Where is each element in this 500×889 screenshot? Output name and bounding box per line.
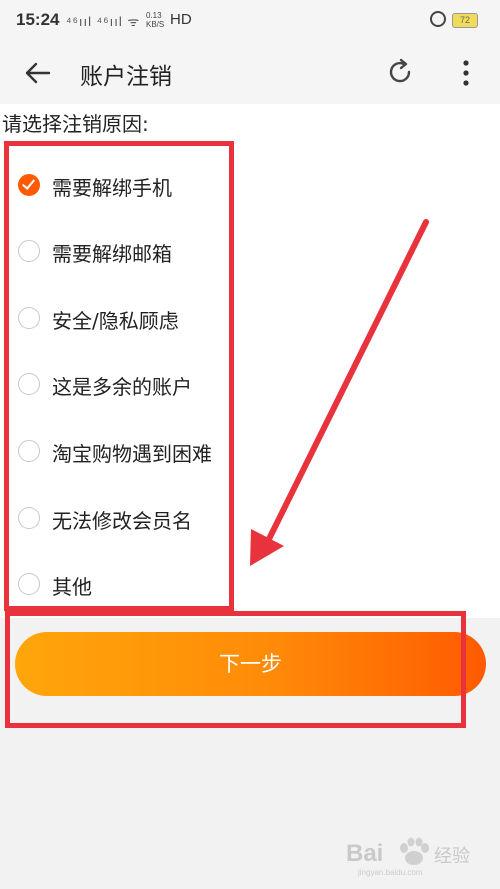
- radio-icon[interactable]: [18, 507, 40, 529]
- option-other[interactable]: 其他: [14, 563, 244, 607]
- radio-icon[interactable]: [18, 240, 40, 262]
- option-cannot-change-name[interactable]: 无法修改会员名: [14, 497, 244, 541]
- option-label: 这是多余的账户: [52, 375, 192, 399]
- baidu-watermark: Bai 经验 jingyan.baidu.com: [346, 832, 486, 877]
- option-security-privacy[interactable]: 安全/隐私顾虑: [14, 297, 244, 341]
- battery-icon: 72: [452, 13, 478, 28]
- radio-icon[interactable]: [18, 573, 40, 595]
- navigation-bar: 账户注销: [0, 42, 500, 104]
- option-label: 无法修改会员名: [52, 509, 192, 533]
- alarm-icon: [430, 11, 446, 27]
- reason-prompt: 请选择注销原因:: [2, 112, 149, 136]
- status-time: 15:24: [16, 10, 60, 29]
- option-unbind-phone[interactable]: 需要解绑手机: [14, 164, 244, 208]
- option-label: 安全/隐私顾虑: [52, 309, 179, 333]
- option-shopping-difficulty[interactable]: 淘宝购物遇到困难: [14, 430, 244, 474]
- more-options-icon[interactable]: [454, 56, 478, 90]
- option-redundant-account[interactable]: 这是多余的账户: [14, 363, 244, 407]
- refresh-icon[interactable]: [384, 56, 416, 88]
- network-speed: 0.13 KB/S: [146, 11, 165, 29]
- watermark-jingyan: 经验: [434, 846, 470, 867]
- page-title: 账户注销: [80, 64, 172, 90]
- status-bar: 15:24 ⁴⁶ııl ⁴⁶ııl ᯤ 0.13 KB/S HD 72: [0, 0, 500, 42]
- reason-form: 请选择注销原因: 需要解绑手机 需要解绑邮箱 安全/隐私顾虑 这是多余的账户 淘…: [0, 104, 500, 618]
- option-label: 需要解绑手机: [52, 176, 172, 200]
- watermark-url: jingyan.baidu.com: [358, 868, 423, 877]
- option-label: 淘宝购物遇到困难: [52, 442, 212, 466]
- network-type: HD: [170, 11, 192, 28]
- next-step-button[interactable]: 下一步: [15, 632, 486, 696]
- option-label: 需要解绑邮箱: [52, 242, 172, 266]
- option-label: 其他: [52, 575, 92, 599]
- radio-icon[interactable]: [18, 307, 40, 329]
- signal-icon: ⁴⁶ııl ⁴⁶ııl ᯤ: [66, 14, 141, 29]
- radio-icon[interactable]: [18, 440, 40, 462]
- paw-icon: [400, 837, 429, 865]
- radio-checked-icon[interactable]: [18, 174, 40, 196]
- watermark-logo: Bai: [346, 840, 384, 867]
- radio-icon[interactable]: [18, 373, 40, 395]
- back-arrow-icon[interactable]: [22, 58, 54, 88]
- option-unbind-email[interactable]: 需要解绑邮箱: [14, 230, 244, 274]
